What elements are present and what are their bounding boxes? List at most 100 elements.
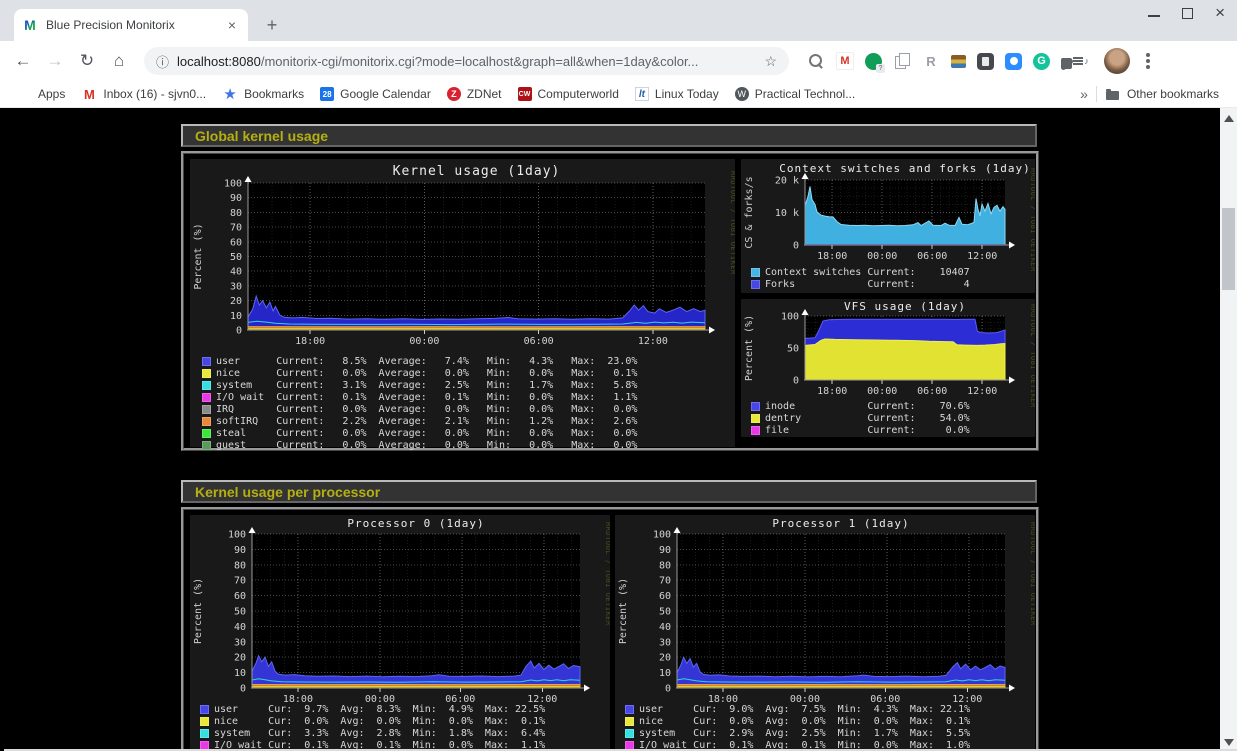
legend-swatch xyxy=(625,705,634,714)
folder-icon xyxy=(1106,91,1119,100)
extension-icons: MRG xyxy=(807,52,1072,70)
media-list-icon[interactable]: ♪ xyxy=(1072,52,1090,70)
profile-avatar[interactable] xyxy=(1104,48,1130,74)
browser-window: M Blue Precision Monitorix × + × ← → ↻ ⌂… xyxy=(0,0,1237,751)
svg-text:20 k: 20 k xyxy=(775,176,799,187)
svg-text:18:00: 18:00 xyxy=(817,251,847,262)
bookmark-item-google-calendar[interactable]: 28Google Calendar xyxy=(312,83,439,105)
browser-tab[interactable]: M Blue Precision Monitorix × xyxy=(14,9,248,41)
section-header-global-kernel-usage: Global kernel usage xyxy=(181,124,1037,147)
voice-icon[interactable] xyxy=(865,53,882,70)
context-switches-chart: 010 k20 k18:0000:0006:0012:00Context swi… xyxy=(741,159,1035,293)
new-tab-button[interactable]: + xyxy=(260,13,284,37)
back-button[interactable]: ← xyxy=(10,51,36,71)
bookmarks-overflow-chevron[interactable]: » xyxy=(1072,86,1096,102)
svg-text:00:00: 00:00 xyxy=(409,336,439,347)
minimize-button[interactable] xyxy=(1148,9,1160,17)
zoom-icon[interactable] xyxy=(1005,53,1022,70)
svg-text:06:00: 06:00 xyxy=(917,386,947,397)
legend-text: Context switches Current: 10407 xyxy=(765,267,970,278)
legend-row: user Current: 8.5% Average: 7.4% Min: 4.… xyxy=(202,355,637,367)
svg-text:Percent (%): Percent (%) xyxy=(193,223,204,289)
bookmark-item-apps[interactable]: Apps xyxy=(10,83,73,105)
bookmark-item-computerworld[interactable]: CWComputerworld xyxy=(510,83,627,105)
scrollbar-thumb[interactable] xyxy=(1222,208,1235,290)
legend-text: user Cur: 9.7% Avg: 8.3% Min: 4.9% Max: … xyxy=(214,704,545,715)
search-icon[interactable] xyxy=(807,52,825,70)
kernel-usage-chart: 010203040506070809010018:0000:0006:0012:… xyxy=(190,159,735,447)
svg-text:60: 60 xyxy=(659,591,671,602)
menu-kebab-icon[interactable] xyxy=(1146,59,1150,63)
bookmark-item-inbox-16-sjvn0[interactable]: MInbox (16) - sjvn0... xyxy=(73,83,214,105)
scroll-up-icon[interactable] xyxy=(1224,115,1234,122)
bookmark-item-practical-technol[interactable]: WPractical Technol... xyxy=(727,83,864,105)
legend-text: steal Current: 0.0% Average: 0.0% Min: 0… xyxy=(216,428,637,439)
grammarly-icon[interactable]: G xyxy=(1033,53,1050,70)
zdnet-icon: Z xyxy=(447,87,461,101)
svg-text:Context switches and forks (1: Context switches and forks (1day) xyxy=(779,162,1031,175)
svg-text:40: 40 xyxy=(230,267,242,278)
copy-pages-icon[interactable] xyxy=(893,52,911,70)
maximize-button[interactable] xyxy=(1182,8,1193,19)
reload-button[interactable]: ↻ xyxy=(74,51,100,71)
svg-text:50: 50 xyxy=(787,344,799,355)
tab-close-icon[interactable]: × xyxy=(224,17,240,33)
legend-row: dentry Current: 54.0% xyxy=(751,412,970,424)
svg-text:10: 10 xyxy=(234,668,246,679)
bookmark-star-icon[interactable]: ☆ xyxy=(764,53,777,70)
svg-text:Percent (%): Percent (%) xyxy=(744,315,755,381)
legend-text: system Current: 3.1% Average: 2.5% Min: … xyxy=(216,380,637,391)
address-bar[interactable]: ⓘ localhost:8080/monitorix-cgi/monitorix… xyxy=(144,47,789,75)
close-button[interactable]: × xyxy=(1215,6,1225,20)
legend-swatch xyxy=(751,426,760,435)
svg-text:90: 90 xyxy=(234,545,246,556)
svg-text:Percent (%): Percent (%) xyxy=(618,578,629,644)
other-bookmarks-button[interactable]: Other bookmarks xyxy=(1097,83,1227,105)
legend-row: steal Current: 0.0% Average: 0.0% Min: 0… xyxy=(202,427,637,439)
svg-text:00:00: 00:00 xyxy=(867,251,897,262)
r-extension-icon[interactable]: R xyxy=(922,52,940,70)
bookmark-item-linux-today[interactable]: ltLinux Today xyxy=(627,83,727,105)
forward-button[interactable]: → xyxy=(42,51,68,71)
tab-title: Blue Precision Monitorix xyxy=(46,18,224,32)
bookmark-label: Bookmarks xyxy=(244,87,304,101)
bookmark-label: Linux Today xyxy=(655,87,719,101)
vertical-scrollbar[interactable] xyxy=(1220,108,1237,751)
site-info-icon[interactable]: ⓘ xyxy=(156,52,169,71)
legend-text: IRQ Current: 0.0% Average: 0.0% Min: 0.0… xyxy=(216,404,637,415)
svg-text:80: 80 xyxy=(659,560,671,571)
star-icon: ★ xyxy=(222,86,238,102)
svg-text:100: 100 xyxy=(781,312,799,323)
url-host: localhost:8080 xyxy=(177,54,261,69)
extensions-puzzle-icon[interactable] xyxy=(1061,58,1072,69)
legend-row: file Current: 0.0% xyxy=(751,424,970,436)
legend-swatch xyxy=(751,280,760,289)
bookmark-label: Google Calendar xyxy=(340,87,431,101)
bookmark-item-zdnet[interactable]: ZZDNet xyxy=(439,83,510,105)
url-path: /monitorix-cgi/monitorix.cgi?mode=localh… xyxy=(261,54,699,69)
svg-text:60: 60 xyxy=(230,237,242,248)
pocket-icon[interactable] xyxy=(977,53,994,70)
bookmark-item-bookmarks[interactable]: ★ Bookmarks xyxy=(214,83,312,105)
apps-icon xyxy=(18,87,32,101)
svg-text:18:00: 18:00 xyxy=(817,386,847,397)
svg-text:0: 0 xyxy=(793,376,799,387)
legend-swatch xyxy=(202,369,211,378)
legend-swatch xyxy=(202,405,211,414)
svg-text:70: 70 xyxy=(659,576,671,587)
section-title: Global kernel usage xyxy=(195,128,328,144)
svg-text:00:00: 00:00 xyxy=(867,386,897,397)
svg-text:100: 100 xyxy=(653,530,671,541)
gmail-icon[interactable]: M xyxy=(836,52,854,70)
books-icon[interactable] xyxy=(951,55,966,68)
legend-row: Context switches Current: 10407 xyxy=(751,266,970,278)
legend-text: user Current: 8.5% Average: 7.4% Min: 4.… xyxy=(216,356,637,367)
svg-text:50: 50 xyxy=(659,607,671,618)
url-text[interactable]: localhost:8080/monitorix-cgi/monitorix.c… xyxy=(177,54,756,69)
section-body-global-kernel-usage: 010203040506070809010018:0000:0006:0012:… xyxy=(181,151,1039,451)
svg-text:Kernel usage (1day): Kernel usage (1day) xyxy=(393,164,561,179)
legend-text: nice Current: 0.0% Average: 0.0% Min: 0.… xyxy=(216,368,637,379)
scroll-down-icon[interactable] xyxy=(1224,739,1234,746)
legend-swatch xyxy=(751,414,760,423)
home-button[interactable]: ⌂ xyxy=(106,51,132,71)
